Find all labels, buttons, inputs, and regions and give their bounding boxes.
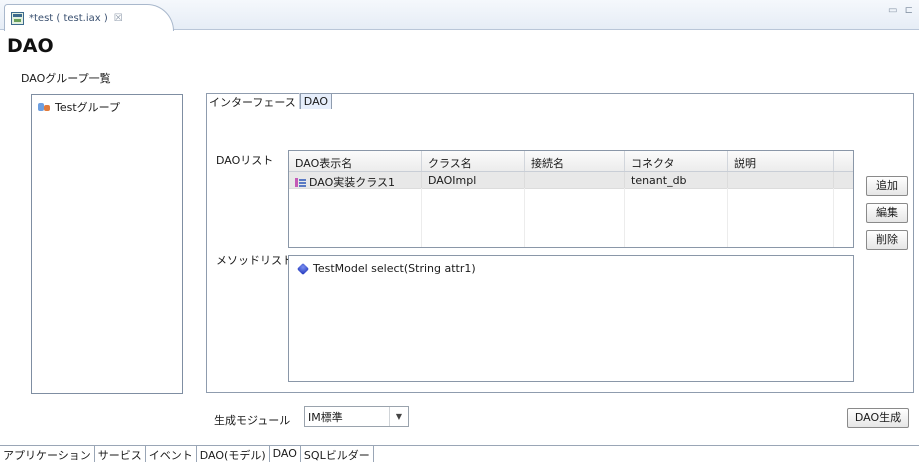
method-item[interactable]: TestModel select(String attr1): [296, 262, 476, 275]
column-header-description[interactable]: 説明: [728, 151, 834, 171]
group-icon: [38, 102, 51, 113]
column-header-class-name[interactable]: クラス名: [422, 151, 525, 171]
page-title: DAO: [7, 35, 54, 57]
generate-dao-button[interactable]: DAO生成: [847, 408, 909, 428]
tab-event[interactable]: イベント: [146, 446, 197, 462]
cell-connector: tenant_db: [625, 172, 728, 188]
editor-tab[interactable]: *test ( test.iax ) ☒: [4, 4, 174, 31]
file-icon: [11, 11, 24, 25]
method-icon: [296, 262, 310, 275]
group-list-caption: DAOグループ一覧: [21, 72, 111, 85]
window-controls[interactable]: ▭ ⊏: [888, 5, 915, 16]
dao-table[interactable]: DAO表示名 クラス名 接続名 コネクタ 説明 DAO実装クラス1 DAOImp…: [288, 150, 854, 248]
cell-connection: [525, 172, 625, 188]
delete-button[interactable]: 削除: [866, 230, 908, 250]
table-header: DAO表示名 クラス名 接続名 コネクタ 説明: [289, 151, 853, 172]
tab-application[interactable]: アプリケーション: [0, 446, 95, 462]
method-list-label: メソッドリスト: [216, 254, 293, 267]
generation-module-label: 生成モジュール: [214, 414, 291, 427]
generation-module-select[interactable]: IM標準 ▼: [304, 406, 409, 427]
tab-dao[interactable]: DAO: [299, 93, 333, 109]
tab-interface[interactable]: インターフェース: [206, 93, 300, 109]
group-list[interactable]: Testグループ: [31, 94, 183, 394]
cell-description: [728, 172, 834, 188]
tab-dao-model[interactable]: DAO(モデル): [197, 446, 270, 462]
cell-display-name: DAO実装クラス1: [289, 172, 422, 188]
bottom-tab-bar: アプリケーション サービス イベント DAO(モデル) DAO SQLビルダー: [0, 445, 919, 462]
dao-list-label: DAOリスト: [216, 154, 274, 167]
method-list[interactable]: TestModel select(String attr1): [288, 255, 854, 382]
editor-tab-title: *test ( test.iax ): [29, 12, 108, 24]
generation-module-value: IM標準: [308, 411, 343, 424]
group-item[interactable]: Testグループ: [38, 99, 120, 115]
cell-display-name-text: DAO実装クラス1: [309, 176, 396, 188]
tab-dao-bottom[interactable]: DAO: [269, 446, 301, 462]
close-icon[interactable]: ☒: [114, 13, 123, 24]
column-header-display-name[interactable]: DAO表示名: [289, 151, 422, 171]
table-row[interactable]: DAO実装クラス1 DAOImpl tenant_db: [289, 172, 853, 189]
editor-tab-strip: *test ( test.iax ) ☒ ▭ ⊏: [0, 0, 919, 31]
group-item-label: Testグループ: [55, 101, 121, 114]
column-header-connector[interactable]: コネクタ: [625, 151, 728, 171]
tab-sql-builder[interactable]: SQLビルダー: [301, 446, 374, 462]
cell-class-name: DAOImpl: [422, 172, 525, 188]
table-grid: [289, 188, 853, 247]
dao-class-icon: [295, 178, 306, 187]
add-button[interactable]: 追加: [866, 176, 908, 196]
inner-tab-bar: インターフェース DAO: [206, 93, 333, 109]
method-item-label: TestModel select(String attr1): [313, 262, 476, 275]
edit-button[interactable]: 編集: [866, 203, 908, 223]
column-header-connection[interactable]: 接続名: [525, 151, 625, 171]
chevron-down-icon[interactable]: ▼: [389, 407, 408, 426]
tab-service[interactable]: サービス: [95, 446, 146, 462]
